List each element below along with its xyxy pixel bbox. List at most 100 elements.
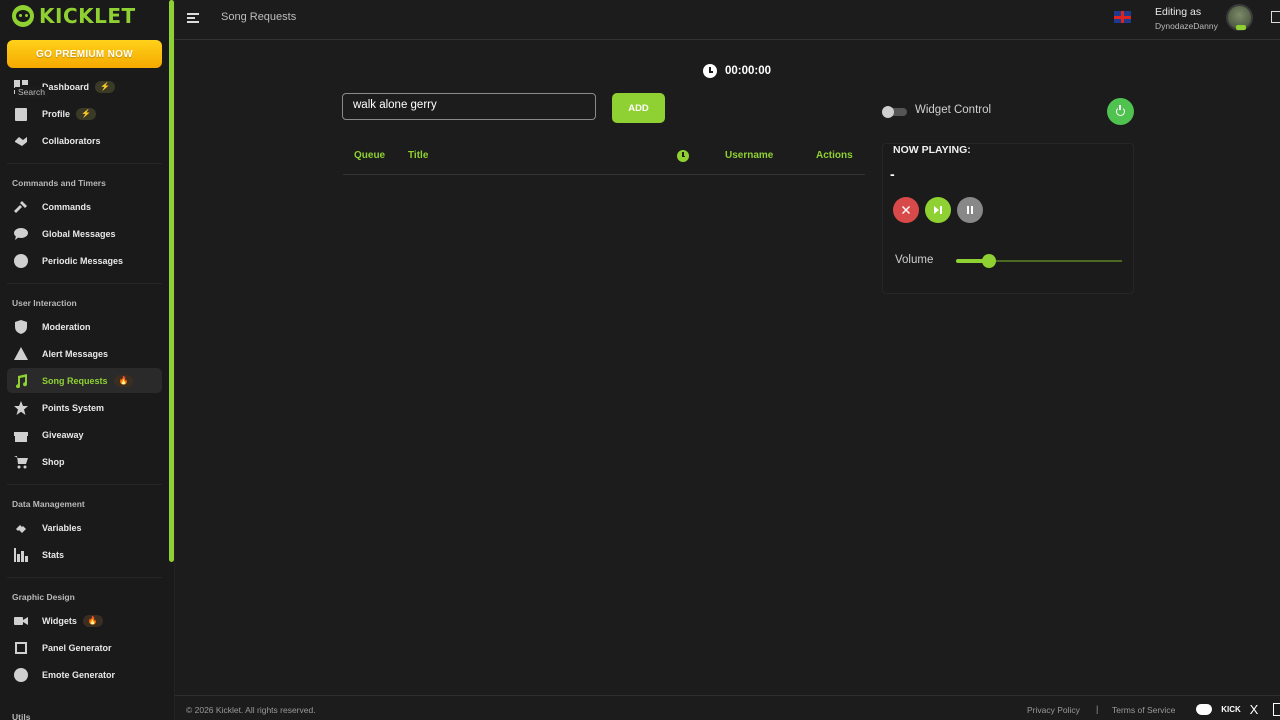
volume-label: Volume: [895, 254, 934, 266]
x-twitter-icon[interactable]: X: [1247, 702, 1261, 717]
sidebar-item-label: Variables: [42, 522, 82, 533]
sidebar-item-label: Widgets: [42, 615, 77, 626]
sidebar-item-label: Dashboard: [42, 81, 90, 92]
link-icon: [13, 520, 29, 536]
handshake-icon: [13, 133, 29, 149]
star-icon: [13, 400, 29, 416]
timer-value: 00:00:00: [725, 65, 772, 77]
premium-badge: ⚡: [95, 80, 115, 93]
page-title: Song Requests: [221, 11, 297, 23]
sidebar-item-moderation[interactable]: Moderation: [7, 314, 162, 339]
section-title-commands: Commands and Timers: [12, 178, 106, 188]
sidebar-item-variables[interactable]: Variables: [7, 515, 162, 540]
sidebar-item-label: Global Messages: [42, 228, 116, 239]
sidebar-item-song-requests[interactable]: Song Requests 🔥: [7, 368, 162, 393]
column-actions[interactable]: Actions: [816, 150, 853, 161]
panel-image-icon: [13, 640, 29, 656]
request-timer: 00:00:00: [703, 64, 771, 78]
add-button[interactable]: ADD: [612, 93, 665, 123]
section-divider: [7, 484, 162, 485]
widget-control-toggle[interactable]: [882, 106, 908, 118]
sidebar-item-label: Panel Generator: [42, 642, 112, 653]
clock-icon: [703, 64, 717, 78]
shield-icon: [13, 319, 29, 335]
volume-knob[interactable]: [982, 254, 997, 268]
logout-icon[interactable]: [1271, 11, 1280, 23]
premium-badge: ⚡: [76, 107, 96, 120]
music-note-icon: [13, 373, 29, 389]
warning-icon: [13, 346, 29, 362]
sidebar-item-emote-generator[interactable]: Emote Generator: [7, 662, 162, 687]
column-title[interactable]: Title: [408, 150, 428, 161]
terms-of-service-link[interactable]: Terms of Service: [1112, 705, 1175, 715]
sidebar-item-label: Shop: [42, 456, 65, 467]
go-premium-button[interactable]: GO PREMIUM NOW: [7, 40, 162, 68]
sidebar-item-periodic-messages[interactable]: Periodic Messages: [7, 248, 162, 273]
sidebar-item-panel-generator[interactable]: Panel Generator: [7, 635, 162, 660]
sidebar-item-label: Profile: [42, 108, 71, 119]
sidebar-item-collaborators[interactable]: Collaborators: [7, 128, 162, 153]
now-playing-title: NOW PLAYING:: [893, 144, 971, 156]
pause-icon: [967, 206, 973, 214]
sidebar-item-widgets[interactable]: Widgets 🔥: [7, 608, 162, 633]
column-username[interactable]: Username: [725, 150, 773, 161]
logo-icon: [12, 5, 34, 27]
section-divider: [7, 283, 162, 284]
logo-text: KICKLET: [39, 4, 136, 28]
volume-slider[interactable]: [956, 254, 1122, 268]
section-divider: [7, 163, 162, 164]
sidebar-item-label: Collaborators: [42, 135, 101, 146]
sidebar-item-label: Alert Messages: [42, 348, 109, 359]
section-title-data-management: Data Management: [12, 499, 85, 509]
stop-button[interactable]: [893, 197, 919, 223]
sidebar-item-commands[interactable]: Commands: [7, 194, 162, 219]
search-field[interactable]: [342, 93, 596, 120]
uk-flag-icon[interactable]: [1114, 11, 1131, 23]
close-icon: [902, 206, 910, 214]
kick-icon[interactable]: KICK: [1221, 702, 1241, 716]
discord-icon[interactable]: [1195, 702, 1213, 716]
cart-icon: [13, 454, 29, 470]
copyright-text: © 2026 Kicklet. All rights reserved.: [186, 705, 316, 715]
toggle-knob: [882, 106, 894, 118]
gift-icon: [13, 427, 29, 443]
sidebar-item-label: Points System: [42, 402, 105, 413]
logo[interactable]: KICKLET: [12, 4, 136, 28]
document-icon[interactable]: [1272, 702, 1280, 716]
sidebar-item-label: Stats: [42, 549, 65, 560]
sidebar-item-label: Giveaway: [42, 429, 84, 440]
sidebar-item-points-system[interactable]: Points System: [7, 395, 162, 420]
sidebar-item-global-messages[interactable]: Global Messages: [7, 221, 162, 246]
section-title-user-interaction: User Interaction: [12, 298, 77, 308]
sidebar-item-giveaway[interactable]: Giveaway: [7, 422, 162, 447]
menu-toggle-icon[interactable]: [187, 11, 201, 25]
sidebar-item-stats[interactable]: Stats: [7, 542, 162, 567]
skip-button[interactable]: [925, 197, 951, 223]
sidebar-item-profile[interactable]: Profile ⚡: [7, 101, 162, 126]
sidebar-item-label: Commands: [42, 201, 92, 212]
sidebar-item-shop[interactable]: Shop: [7, 449, 162, 474]
sidebar-item-label: Periodic Messages: [42, 255, 124, 266]
widget-control-label: Widget Control: [915, 104, 992, 116]
privacy-policy-link[interactable]: Privacy Policy: [1027, 705, 1080, 715]
sidebar-item-alert-messages[interactable]: Alert Messages: [7, 341, 162, 366]
search-label: Search: [15, 87, 48, 97]
skip-next-icon: [934, 206, 942, 214]
clock-icon: [13, 253, 29, 269]
sidebar-scrollbar[interactable]: [169, 0, 174, 562]
smiley-icon: [13, 667, 29, 683]
hammer-icon: [13, 199, 29, 215]
sidebar-item-label: Emote Generator: [42, 669, 116, 680]
power-button[interactable]: [1107, 98, 1134, 125]
column-queue[interactable]: Queue: [354, 150, 385, 161]
section-title-graphic-design: Graphic Design: [12, 592, 75, 602]
section-title-utils: Utils: [12, 712, 31, 720]
chat-bubble-icon: [13, 226, 29, 242]
avatar[interactable]: [1226, 4, 1253, 31]
pause-button[interactable]: [957, 197, 983, 223]
search-input[interactable]: [353, 99, 583, 111]
bar-chart-icon: [13, 547, 29, 563]
app-root: KICKLET GO PREMIUM NOW Dashboard ⚡ Profi…: [0, 0, 1280, 720]
hot-badge: 🔥: [113, 374, 134, 387]
editing-as-label: Editing as: [1155, 6, 1202, 18]
